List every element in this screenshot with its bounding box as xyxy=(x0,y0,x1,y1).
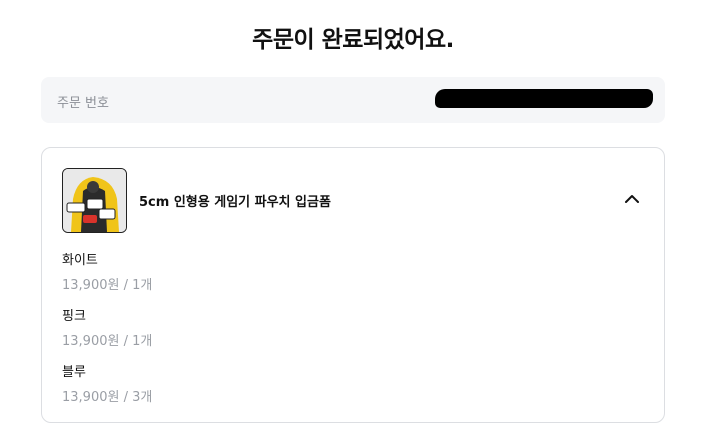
order-item-card: 5cm 인형용 게임기 파우치 입금폼 화이트 13,900원 / 1개 핑크 … xyxy=(41,147,665,423)
product-photo-icon xyxy=(63,169,126,232)
option-name: 핑크 xyxy=(62,309,86,324)
order-number-box: 주문 번호 xyxy=(41,77,665,123)
chevron-up-icon xyxy=(625,195,639,203)
option-item: 핑크 13,900원 / 1개 xyxy=(62,305,152,349)
option-price: 13,900원 / 1개 xyxy=(62,278,153,293)
option-price: 13,900원 / 1개 xyxy=(62,334,153,349)
option-item: 블루 13,900원 / 3개 xyxy=(62,361,152,405)
option-item: 화이트 13,900원 / 1개 xyxy=(62,249,152,293)
option-name: 블루 xyxy=(62,365,86,380)
page-title: 주문이 완료되었어요. xyxy=(252,27,454,53)
option-price: 13,900원 / 3개 xyxy=(62,390,153,405)
order-number-redacted xyxy=(435,89,653,108)
product-thumbnail xyxy=(62,168,127,233)
product-name: 5cm 인형용 게임기 파우치 입금폼 xyxy=(139,195,331,210)
option-name: 화이트 xyxy=(62,253,98,268)
order-number-label: 주문 번호 xyxy=(57,96,109,111)
collapse-toggle-button[interactable] xyxy=(622,191,642,207)
